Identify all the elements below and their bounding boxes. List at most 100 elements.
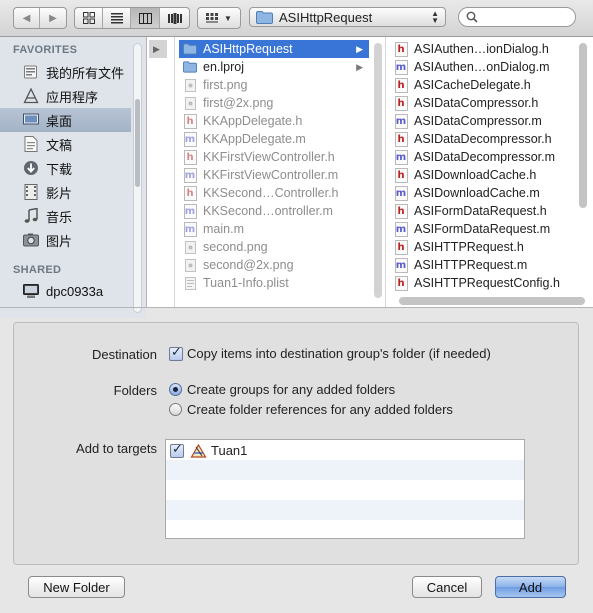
file-row[interactable]: h ASIDownloadCache.h [390, 166, 580, 184]
sidebar-scrollbar[interactable] [133, 43, 142, 313]
file-row[interactable]: second@2x.png [179, 256, 369, 274]
search-input[interactable] [481, 9, 573, 27]
arrange-button[interactable]: ▼ [198, 8, 240, 28]
column-divider [385, 37, 386, 307]
file-name: ASIAuthen…ionDialog.h [414, 42, 549, 56]
sidebar-item-pictures[interactable]: 图片 [0, 228, 131, 252]
column-view-button[interactable] [131, 8, 160, 28]
file-row[interactable]: h ASIFormDataRequest.h [390, 202, 580, 220]
file-row[interactable]: first@2x.png [179, 94, 369, 112]
forward-button[interactable]: ▶ [40, 8, 66, 28]
file-row[interactable]: h KKSecond…Controller.h [179, 184, 369, 202]
source-file-icon: m [394, 149, 408, 165]
file-row[interactable]: ASIHttpRequest ▶ [179, 40, 369, 58]
asihttprequest-column-scrollbar[interactable] [579, 43, 587, 208]
toolbar: ◀ ▶ ▼ ASIHttpRequest ▲ ▼ [0, 0, 593, 37]
file-row[interactable]: m ASIDataCompressor.m [390, 112, 580, 130]
file-row[interactable]: h ASIHTTPRequestConfig.h [390, 274, 580, 292]
chevron-left-icon: ◀ [22, 12, 31, 24]
project-column-scrollbar[interactable] [374, 43, 382, 298]
file-row[interactable]: en.lproj ▶ [179, 58, 369, 76]
parent-column-row[interactable]: ▶ [149, 40, 167, 58]
back-forward-control: ◀ ▶ [13, 7, 67, 29]
file-name: KKFirstViewController.m [203, 168, 339, 182]
file-name: ASICacheDelegate.h [414, 78, 531, 92]
new-folder-button[interactable]: New Folder [28, 576, 125, 598]
create-groups-radio-row[interactable]: Create groups for any added folders [169, 382, 395, 397]
sidebar-item-label: 我的所有文件 [46, 65, 125, 81]
view-mode-control [74, 7, 190, 29]
folder-icon [256, 10, 273, 24]
sidebar-scrollbar-thumb[interactable] [135, 99, 140, 187]
sidebar: FAVORITES 我的所有文件 应用程序 桌面 文稿 下载 影片 音乐 图片 … [0, 37, 146, 318]
search-field[interactable] [458, 7, 576, 27]
create-groups-radio[interactable] [169, 383, 182, 396]
file-row[interactable]: h ASIAuthen…ionDialog.h [390, 40, 580, 58]
target-row[interactable]: ✓ Tuan1 [166, 440, 524, 460]
file-row[interactable]: Tuan1-Info.plist [179, 274, 369, 292]
file-row[interactable]: m KKFirstViewController.m [179, 166, 369, 184]
arrange-popup[interactable]: ▼ [197, 7, 241, 29]
back-button[interactable]: ◀ [14, 8, 40, 28]
sidebar-item-music[interactable]: 音乐 [0, 204, 131, 228]
target-checkbox[interactable]: ✓ [170, 440, 184, 458]
file-row[interactable]: h ASIDataCompressor.h [390, 94, 580, 112]
sidebar-item-documents[interactable]: 文稿 [0, 132, 131, 156]
file-row[interactable]: h ASIHTTPRequest.h [390, 238, 580, 256]
sidebar-item-downloads[interactable]: 下载 [0, 156, 131, 180]
file-row[interactable]: m KKAppDelegate.m [179, 130, 369, 148]
file-row[interactable]: h ASIDataDecompressor.h [390, 130, 580, 148]
icon-view-button[interactable] [75, 8, 103, 28]
file-row[interactable]: second.png [179, 238, 369, 256]
sidebar-item-label: 图片 [46, 233, 73, 249]
add-button[interactable]: Add [495, 576, 566, 598]
applications-icon [22, 88, 39, 105]
copy-items-checkbox[interactable]: ✓ [169, 344, 183, 361]
target-item-tuan1[interactable]: ✓ Tuan1 [170, 440, 247, 458]
file-row[interactable]: h ASICacheDelegate.h [390, 76, 580, 94]
computer-icon [22, 283, 39, 300]
copy-items-checkbox-row[interactable]: ✓ Copy items into destination group's fo… [169, 344, 491, 361]
source-file-icon: m [183, 203, 197, 219]
file-row[interactable]: m main.m [179, 220, 369, 238]
source-file-icon: m [394, 257, 408, 273]
cancel-button[interactable]: Cancel [412, 576, 482, 598]
folder-icon [183, 42, 197, 56]
file-name: ASIDownloadCache.m [414, 186, 540, 200]
sidebar-item-label: 下载 [46, 161, 73, 177]
list-view-button[interactable] [103, 8, 131, 28]
file-row[interactable]: first.png [179, 76, 369, 94]
file-row[interactable]: m ASIHTTPRequest.m [390, 256, 580, 274]
sidebar-item-dpc0933a[interactable]: dpc0933a [0, 279, 131, 303]
create-folder-refs-radio[interactable] [169, 403, 182, 416]
sidebar-item-desktop[interactable]: 桌面 [0, 108, 131, 132]
destination-label: Destination [91, 347, 157, 362]
file-row[interactable]: h KKFirstViewController.h [179, 148, 369, 166]
plist-file-icon [183, 276, 197, 290]
file-row[interactable]: m ASIFormDataRequest.m [390, 220, 580, 238]
horizontal-scrollbar[interactable] [399, 297, 585, 305]
file-row[interactable]: m ASIDataDecompressor.m [390, 148, 580, 166]
file-name: first.png [203, 78, 248, 92]
sidebar-item-all-files[interactable]: 我的所有文件 [0, 60, 131, 84]
file-row[interactable]: m ASIDownloadCache.m [390, 184, 580, 202]
coverflow-view-button[interactable] [160, 8, 189, 28]
file-row[interactable]: m ASIAuthen…onDialog.m [390, 58, 580, 76]
path-popup-label: ASIHttpRequest [279, 9, 373, 25]
header-file-icon: h [394, 95, 408, 111]
sidebar-item-applications[interactable]: 应用程序 [0, 84, 131, 108]
checkmark-icon: ✓ [172, 440, 183, 456]
file-row[interactable]: m KKSecond…ontroller.m [179, 202, 369, 220]
create-refs-radio-row[interactable]: Create folder references for any added f… [169, 402, 453, 417]
file-name: ASIHTTPRequest.h [414, 240, 524, 254]
updown-arrows-icon: ▲ ▼ [431, 9, 439, 25]
create-groups-label: Create groups for any added folders [187, 382, 396, 397]
arrange-grid-icon [206, 12, 219, 23]
path-popup[interactable]: ASIHttpRequest ▲ ▼ [249, 7, 446, 27]
file-name: ASIFormDataRequest.m [414, 222, 551, 236]
file-name: second.png [203, 240, 268, 254]
sidebar-header-shared: SHARED [13, 264, 62, 276]
sidebar-item-movies[interactable]: 影片 [0, 180, 131, 204]
file-row[interactable]: h KKAppDelegate.h [179, 112, 369, 130]
column-divider [174, 37, 175, 307]
